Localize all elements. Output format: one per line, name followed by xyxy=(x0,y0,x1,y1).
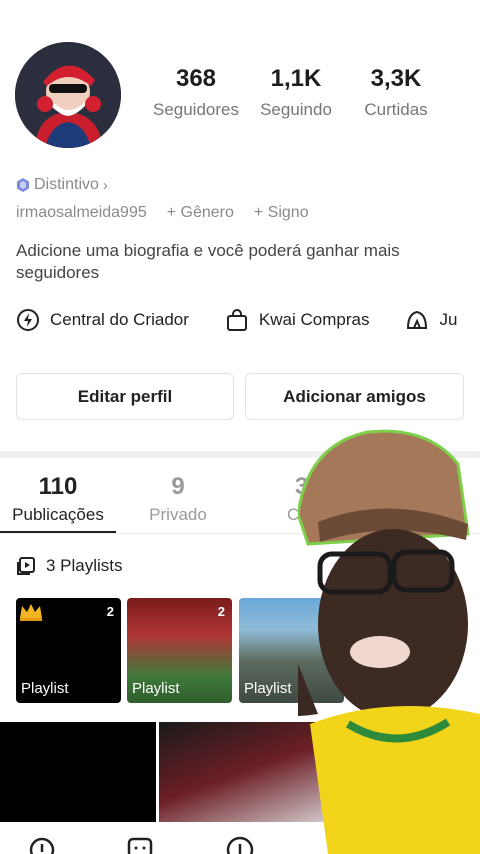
creator-center-link[interactable]: Central do Criador xyxy=(16,308,189,332)
creator-center-label: Central do Criador xyxy=(50,310,189,329)
shopping-bag-icon xyxy=(226,309,247,331)
playlist-count: 2 xyxy=(217,604,225,619)
extra-link-label: Ju xyxy=(439,310,458,329)
bio-prompt[interactable]: Adicione uma biografia e você poderá gan… xyxy=(16,240,456,284)
chevron-right-icon: › xyxy=(102,176,108,194)
playlist-title: Playlist xyxy=(132,680,180,697)
playlist-tile[interactable]: 2 Playlist xyxy=(127,598,232,703)
publications-label: Publicações xyxy=(12,505,104,524)
tab-publications[interactable]: 110 Publicações xyxy=(3,472,113,525)
following-label: Seguindo xyxy=(260,100,332,119)
add-gender-button[interactable]: + Gênero xyxy=(167,204,234,222)
following-stat[interactable]: 1,1K Seguindo xyxy=(246,64,346,120)
followers-label: Seguidores xyxy=(152,100,239,119)
playlists-count-label: 3 Playlists xyxy=(46,556,123,575)
video-thumbnail[interactable] xyxy=(0,722,156,822)
add-sign-button[interactable]: + Signo xyxy=(254,204,309,222)
followers-count: 368 xyxy=(175,65,217,92)
crown-icon xyxy=(20,604,42,621)
game-icon[interactable] xyxy=(126,836,154,854)
playlist-title: Playlist xyxy=(244,680,292,697)
add-friends-button[interactable]: Adicionar amigos xyxy=(245,373,464,420)
extra-link[interactable]: Ju xyxy=(405,308,457,332)
lightning-icon xyxy=(17,309,39,331)
playlist-icon xyxy=(17,557,35,575)
playlists-header[interactable]: 3 Playlists xyxy=(16,556,123,576)
following-count: 1,1K xyxy=(270,65,322,92)
badge-icon xyxy=(17,178,29,192)
private-label: Privado xyxy=(149,505,207,524)
publications-count: 110 xyxy=(38,473,78,500)
add-icon[interactable] xyxy=(226,836,254,854)
info-icon[interactable] xyxy=(28,836,56,854)
likes-count: 3,3K xyxy=(370,65,422,92)
profile-links: Central do Criador Kwai Compras Ju xyxy=(16,308,457,332)
tent-icon xyxy=(407,310,428,329)
likes-stat[interactable]: 3,3K Curtidas xyxy=(346,64,446,120)
profile-meta: irmaosalmeida995 + Gênero + Signo xyxy=(16,204,309,222)
likes-label: Curtidas xyxy=(364,100,428,119)
username: irmaosalmeida995 xyxy=(16,204,147,221)
followers-stat[interactable]: 368 Seguidores xyxy=(146,64,246,120)
playlist-count: 2 xyxy=(106,604,114,619)
presenter-overlay xyxy=(298,429,480,854)
private-count: 9 xyxy=(171,473,185,500)
badge-label: Distintivo xyxy=(34,176,99,193)
playlist-title: Playlist xyxy=(21,680,69,697)
avatar[interactable] xyxy=(15,42,121,148)
kwai-shop-link[interactable]: Kwai Compras xyxy=(225,308,370,332)
playlist-tile[interactable]: 2 Playlist xyxy=(16,598,121,703)
edit-profile-button[interactable]: Editar perfil xyxy=(16,373,234,420)
badge-link[interactable]: Distintivo › xyxy=(16,176,108,194)
kwai-shop-label: Kwai Compras xyxy=(258,310,370,329)
active-tab-indicator xyxy=(0,531,116,533)
profile-stats: 368 Seguidores 1,1K Seguindo 3,3K Curtid… xyxy=(146,64,446,120)
tab-private[interactable]: 9 Privado xyxy=(123,472,233,525)
